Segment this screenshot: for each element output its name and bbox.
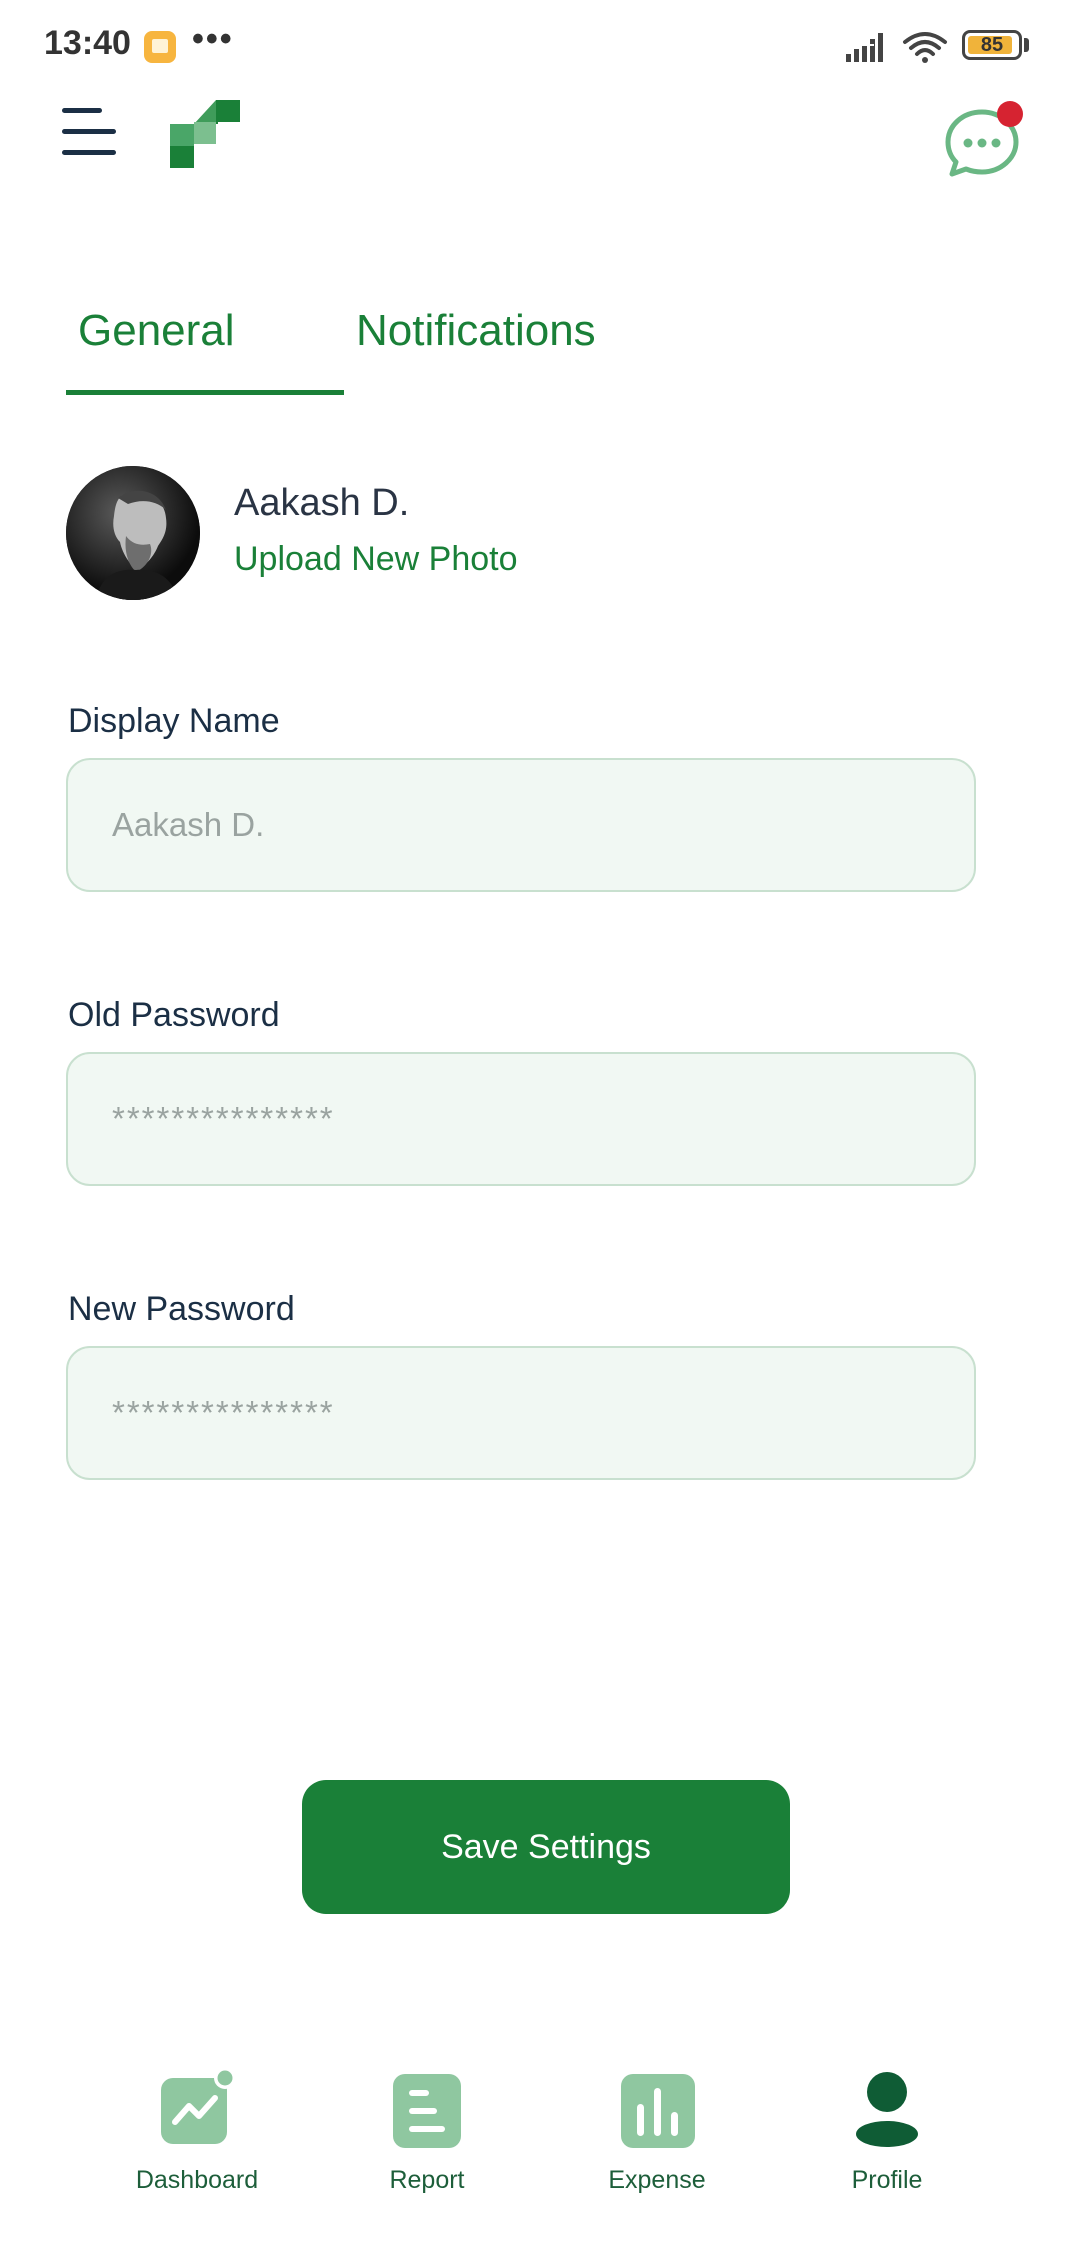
- old-password-label: Old Password: [68, 996, 280, 1034]
- nav-label-dashboard: Dashboard: [135, 2166, 259, 2194]
- profile-name: Aakash D.: [234, 482, 410, 524]
- hamburger-menu-icon[interactable]: [62, 102, 122, 162]
- unread-badge: [997, 101, 1023, 127]
- user-icon: [856, 2072, 918, 2147]
- battery-icon: 85: [962, 30, 1022, 60]
- nav-item-dashboard[interactable]: Dashboard: [107, 2068, 287, 2208]
- nav-label-expense: Expense: [608, 2166, 706, 2194]
- active-tab-indicator: [66, 390, 344, 395]
- report-list-icon: [393, 2074, 461, 2148]
- nav-label-report: Report: [389, 2166, 465, 2194]
- bottom-navigation: Dashboard Report Expense Profile: [0, 2050, 1080, 2246]
- nav-item-expense[interactable]: Expense: [567, 2068, 747, 2208]
- chat-button[interactable]: [940, 100, 1024, 184]
- upload-photo-link[interactable]: Upload New Photo: [234, 540, 518, 579]
- avatar[interactable]: [66, 466, 200, 600]
- old-password-field[interactable]: [66, 1052, 976, 1186]
- tab-general[interactable]: General: [78, 306, 235, 356]
- bar-chart-icon: [621, 2074, 695, 2148]
- new-password-field[interactable]: [66, 1346, 976, 1480]
- battery-level: 85: [980, 34, 1004, 56]
- cellular-signal-icon: [846, 33, 883, 62]
- chat-bubble-icon: [945, 101, 1023, 177]
- profile-photo: [66, 466, 200, 600]
- status-more-dots: •••: [192, 20, 234, 58]
- settings-page: 13:40 ••• 85 General Notifications Aakas…: [0, 0, 1080, 2246]
- settings-tabs: General Notifications: [66, 290, 1026, 400]
- battery-tip: [1024, 38, 1029, 52]
- new-password-label: New Password: [68, 1290, 295, 1328]
- nav-item-profile[interactable]: Profile: [797, 2068, 977, 2208]
- app-logo: [170, 100, 240, 168]
- nav-label-profile: Profile: [851, 2166, 923, 2194]
- display-name-label: Display Name: [68, 702, 280, 740]
- nav-item-report[interactable]: Report: [337, 2068, 517, 2208]
- trend-chart-icon: [161, 2068, 236, 2144]
- status-bar: 13:40 ••• 85: [0, 0, 1080, 96]
- status-time: 13:40: [44, 24, 131, 62]
- display-name-field[interactable]: [66, 758, 976, 892]
- tab-notifications[interactable]: Notifications: [356, 306, 596, 356]
- wifi-icon: [903, 32, 947, 63]
- notification-app-icon: [144, 31, 176, 63]
- save-settings-button[interactable]: Save Settings: [302, 1780, 790, 1914]
